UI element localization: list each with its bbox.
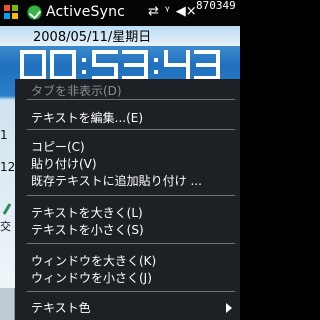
menu-item-copy[interactable]: コピー(C) <box>31 138 85 155</box>
submenu-arrow-icon <box>226 303 232 313</box>
title-bar: ActiveSync ⇄ ᵞ ◀× 870349 <box>0 0 240 26</box>
context-menu: タブを非表示(D) テキストを編集...(E) コピー(C) 貼り付け(V) 既… <box>15 79 240 320</box>
activesync-icon <box>27 5 42 20</box>
system-number: 870349 <box>196 0 236 12</box>
connectivity-icon[interactable]: ⇄ <box>148 4 159 19</box>
clock-display <box>20 50 220 80</box>
pencil-icon <box>2 203 12 215</box>
partial-text-2: 12 <box>0 160 16 174</box>
menu-item-smaller-window[interactable]: ウィンドウを小さく(J) <box>31 269 152 286</box>
volume-muted-icon[interactable]: ◀× <box>176 4 197 19</box>
partial-text-3: 交 <box>0 220 11 233</box>
menu-item-larger-window[interactable]: ウィンドウを大きく(K) <box>31 252 156 269</box>
menu-separator <box>27 243 235 244</box>
menu-item-hide-tabs: タブを非表示(D) <box>31 84 122 98</box>
menu-item-edit-text[interactable]: テキストを編集...(E) <box>31 109 143 126</box>
menu-separator <box>27 99 235 100</box>
partial-text-1: 1 <box>0 128 8 142</box>
menu-separator <box>27 291 235 292</box>
menu-item-append-paste[interactable]: 既存テキストに追加貼り付け ... <box>31 172 202 189</box>
digital-clock <box>16 48 226 82</box>
menu-separator <box>27 129 235 130</box>
menu-item-larger-text[interactable]: テキストを大きく(L) <box>31 204 143 221</box>
toolbar-cell[interactable] <box>0 288 15 320</box>
menu-item-smaller-text[interactable]: テキストを小さく(S) <box>31 221 144 238</box>
date-bar: 2008/05/11/星期日 <box>0 26 240 46</box>
menu-item-paste[interactable]: 貼り付け(V) <box>31 155 97 172</box>
status-icons[interactable]: ⇄ ᵞ ◀× <box>148 4 197 19</box>
signal-icon[interactable]: ᵞ <box>165 4 170 19</box>
menu-item-text-color[interactable]: テキスト色 <box>31 299 91 316</box>
menu-separator <box>27 195 235 196</box>
app-title: ActiveSync <box>46 4 126 20</box>
windows-start-icon[interactable] <box>3 4 19 20</box>
date-line: 2008/05/11/星期日 <box>33 30 152 45</box>
